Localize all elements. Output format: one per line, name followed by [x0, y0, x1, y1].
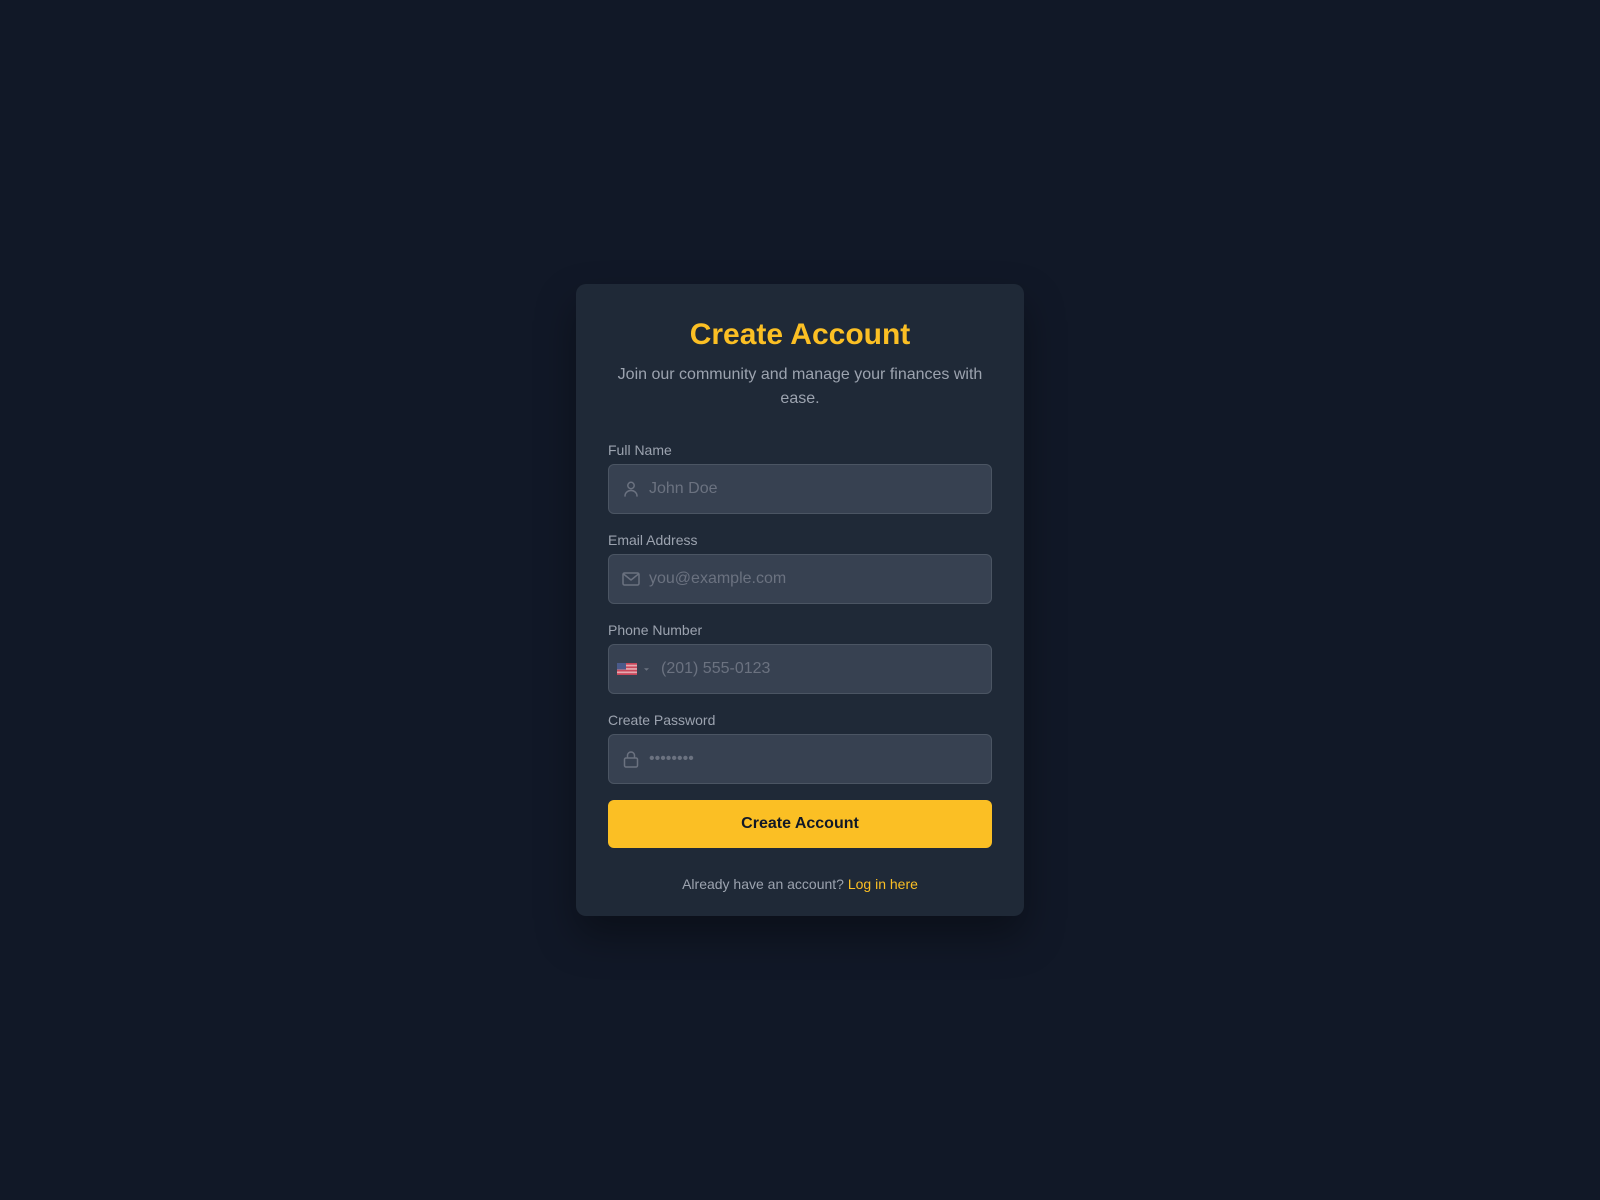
page-subtitle: Join our community and manage your finan… [617, 366, 983, 407]
us-flag-icon [617, 663, 649, 675]
email-input[interactable] [649, 555, 979, 603]
full-name-input-box[interactable] [608, 464, 992, 514]
password-field: Create Password [608, 710, 992, 784]
lock-icon [621, 749, 641, 769]
full-name-field: Full Name [608, 440, 992, 514]
password-label: Create Password [608, 712, 716, 728]
password-input[interactable] [649, 735, 979, 783]
user-icon [621, 479, 641, 499]
login-prompt: Already have an account? Log in here [608, 874, 992, 894]
mail-icon [621, 569, 641, 589]
phone-label: Phone Number [608, 622, 703, 638]
password-input-box[interactable] [608, 734, 992, 784]
login-prompt-text: Already have an account? [682, 876, 844, 892]
create-account-button[interactable]: Create Account [608, 800, 992, 848]
full-name-input[interactable] [649, 465, 979, 513]
page-title: Create Account [689, 318, 911, 351]
login-link[interactable]: Log in here [848, 876, 918, 892]
signup-card: Create Account Join our community and ma… [576, 284, 1024, 916]
page: Create Account Join our community and ma… [0, 0, 1600, 1200]
email-field: Email Address [608, 530, 992, 604]
chevron-down-icon [644, 668, 649, 671]
email-label: Email Address [608, 532, 698, 548]
phone-input[interactable] [661, 645, 981, 693]
full-name-label: Full Name [608, 442, 672, 458]
country-selector[interactable] [617, 662, 653, 676]
phone-input-box[interactable] [608, 644, 992, 694]
email-input-box[interactable] [608, 554, 992, 604]
phone-field: Phone Number [608, 620, 992, 694]
